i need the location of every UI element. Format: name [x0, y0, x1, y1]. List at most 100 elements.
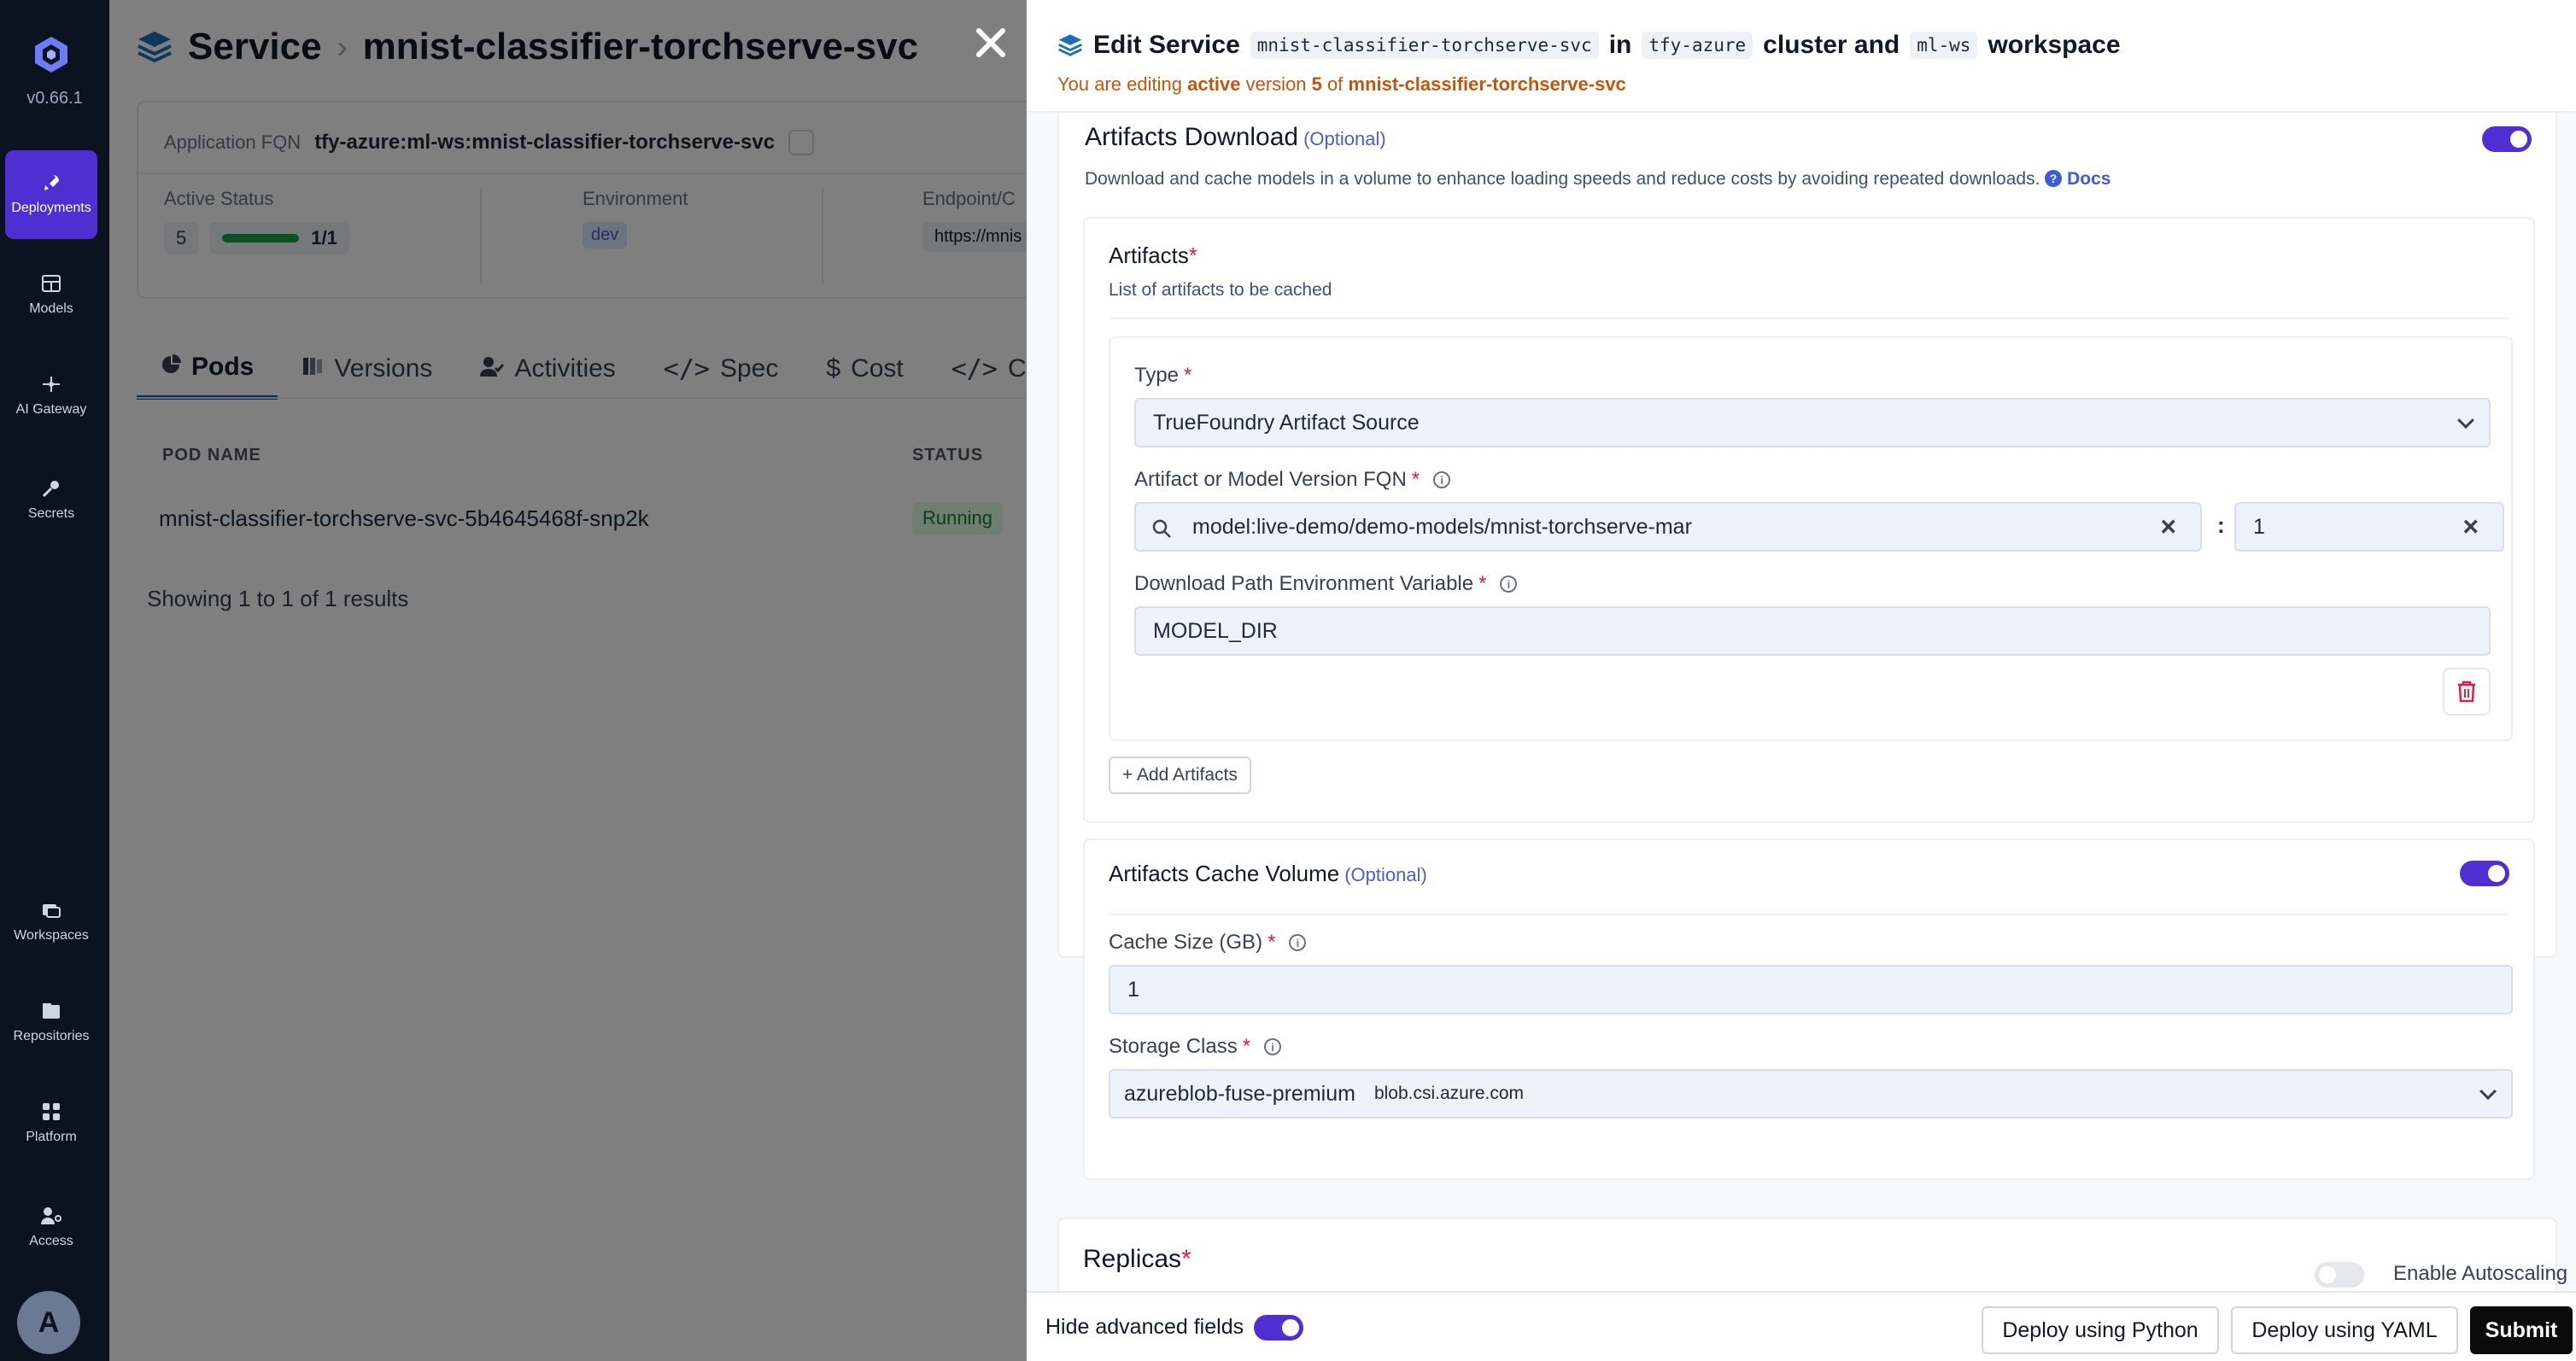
artifacts-download-title: Artifacts Download [1085, 123, 1299, 151]
close-icon[interactable] [974, 26, 1008, 60]
input-value: 1 [1127, 977, 1139, 1002]
input-value: 1 [2253, 514, 2265, 539]
docs-link[interactable]: ? Docs [2045, 169, 2111, 189]
plus-icon: + [1122, 765, 1133, 785]
nav-item-platform[interactable]: Platform [5, 1079, 97, 1168]
rocket-icon [40, 173, 62, 192]
env-var-input[interactable]: MODEL_DIR [1134, 606, 2491, 656]
env-var-label: Download Path Environment Variable * i [1134, 572, 1518, 596]
divider [1109, 914, 2509, 915]
cache-size-input[interactable]: 1 [1109, 965, 2513, 1014]
key-icon [40, 479, 62, 498]
artifact-version-input[interactable]: 1 × [2234, 502, 2504, 552]
description-text: Download and cache models in a volume to… [1085, 169, 2040, 189]
artifact-fqn-input[interactable]: model:live-demo/demo-models/mnist-torchs… [1134, 502, 2202, 552]
section-description: Download and cache models in a volume to… [1085, 169, 2111, 190]
provisioner-chip: blob.csi.azure.com [1365, 1080, 1533, 1107]
nav-item-workspaces[interactable]: Workspaces [5, 878, 97, 967]
edit-service-drawer: Edit Service mnist-classifier-torchserve… [1027, 0, 2576, 1361]
docs-link-label: Docs [2067, 169, 2111, 189]
cache-volume-toggle[interactable] [2460, 861, 2509, 886]
fqn-field-label: Artifact or Model Version FQN * i [1134, 468, 1451, 492]
drawer-footer: Hide advanced fields Deploy using Python… [1027, 1291, 2576, 1361]
grid-icon [40, 274, 62, 293]
select-value: azureblob-fuse-premium [1124, 1081, 1355, 1106]
drawer-title-text: Edit Service [1093, 31, 1240, 59]
artifacts-subtitle: List of artifacts to be cached [1109, 280, 1332, 300]
artifacts-block: Artifacts* List of artifacts to be cache… [1083, 217, 2535, 823]
nav-item-ai-gateway[interactable]: AI Gateway [5, 352, 97, 441]
artifacts-cache-volume-block: Artifacts Cache Volume (Optional) Cache S… [1083, 838, 2535, 1180]
form-scroll-area[interactable]: Artifacts Download (Optional) Download an… [1027, 113, 2576, 1291]
deploy-python-button[interactable]: Deploy using Python [1982, 1306, 2219, 1354]
nav-item-deployments[interactable]: Deployments [5, 150, 97, 239]
add-artifacts-button[interactable]: + Add Artifacts [1109, 756, 1251, 794]
drawer-title-text: in [1608, 31, 1632, 59]
label-text: Type [1134, 364, 1180, 387]
optional-tag: (Optional) [1303, 128, 1386, 149]
chevron-down-icon [2479, 1083, 2497, 1101]
hide-advanced-toggle[interactable] [1254, 1315, 1303, 1341]
replicas-section: Replicas* Enable Autoscaling [1057, 1218, 2567, 1291]
type-select[interactable]: TrueFoundry Artifact Source [1134, 398, 2491, 447]
hide-advanced-label: Hide advanced fields [1045, 1315, 1244, 1339]
nav-item-label: Deployments [11, 201, 91, 215]
left-nav: v0.66.1 Deployments Models AI Gateway Se… [0, 0, 109, 1361]
service-stack-icon [1058, 34, 1082, 56]
notice-active: active [1187, 73, 1241, 95]
truefoundry-logo[interactable] [31, 34, 72, 75]
label-text: Cache Size (GB) [1109, 931, 1263, 954]
deploy-yaml-button[interactable]: Deploy using YAML [2231, 1306, 2458, 1354]
info-icon[interactable]: i [1500, 575, 1518, 593]
nav-item-access[interactable]: Access [5, 1183, 97, 1272]
notice-text: You are editing [1057, 73, 1182, 95]
cache-volume-title-text: Artifacts Cache Volume [1109, 861, 1340, 886]
autoscaling-label: Enable Autoscaling [2393, 1262, 2568, 1285]
nav-item-repositories[interactable]: Repositories [5, 978, 97, 1067]
label-text: Storage Class [1109, 1035, 1238, 1058]
select-value: TrueFoundry Artifact Source [1153, 410, 1420, 435]
nav-item-label: Models [29, 301, 73, 316]
app-version: v0.66.1 [26, 89, 83, 108]
info-icon[interactable]: i [1289, 934, 1307, 951]
help-icon: ? [2045, 170, 2063, 187]
nav-item-secrets[interactable]: Secrets [5, 456, 97, 545]
cache-size-label: Cache Size (GB) * i [1109, 931, 1307, 955]
replicas-title: Replicas* [1083, 1245, 1191, 1274]
input-value: MODEL_DIR [1153, 618, 1278, 643]
autoscaling-toggle[interactable] [2315, 1262, 2364, 1288]
avatar[interactable]: A [17, 1291, 80, 1354]
nav-item-models[interactable]: Models [5, 251, 97, 340]
gateway-icon [40, 375, 62, 394]
notice-text: version [1245, 73, 1307, 95]
editing-notice: You are editing active version 5 of mnis… [1057, 73, 1626, 96]
required-marker: * [1184, 364, 1192, 387]
required-marker: * [1478, 572, 1487, 595]
nav-item-label: Secrets [27, 506, 75, 521]
version-separator: : [2217, 512, 2225, 538]
info-icon[interactable]: i [1433, 471, 1451, 488]
submit-button[interactable]: Submit [2470, 1306, 2573, 1354]
artifact-item: Type * TrueFoundry Artifact Source Artifa… [1109, 336, 2513, 741]
notice-app-name: mnist-classifier-torchserve-svc [1348, 73, 1626, 95]
required-marker: * [1242, 1035, 1251, 1058]
storage-class-label: Storage Class * i [1109, 1035, 1282, 1059]
delete-artifact-button[interactable] [2443, 668, 2491, 716]
button-label: Add Artifacts [1136, 765, 1238, 785]
repository-icon [40, 1002, 62, 1020]
storage-class-select[interactable]: azureblob-fuse-premium blob.csi.azure.co… [1109, 1069, 2513, 1119]
nav-item-label: Repositories [13, 1029, 90, 1043]
clear-icon[interactable]: × [2160, 511, 2176, 543]
chevron-down-icon [2457, 412, 2474, 429]
modal-backdrop[interactable] [109, 0, 1027, 1361]
required-marker: * [1268, 931, 1276, 954]
artifacts-download-toggle[interactable] [2482, 126, 2532, 152]
clear-icon[interactable]: × [2462, 511, 2479, 543]
apps-icon [40, 1102, 62, 1121]
workspace-chip: ml-ws [1910, 32, 1978, 59]
nav-item-label: Access [29, 1234, 73, 1248]
notice-text: of [1327, 73, 1344, 95]
required-marker: * [1181, 1245, 1191, 1273]
input-value: model:live-demo/demo-models/mnist-torchs… [1192, 514, 1692, 539]
info-icon[interactable]: i [1264, 1038, 1282, 1055]
